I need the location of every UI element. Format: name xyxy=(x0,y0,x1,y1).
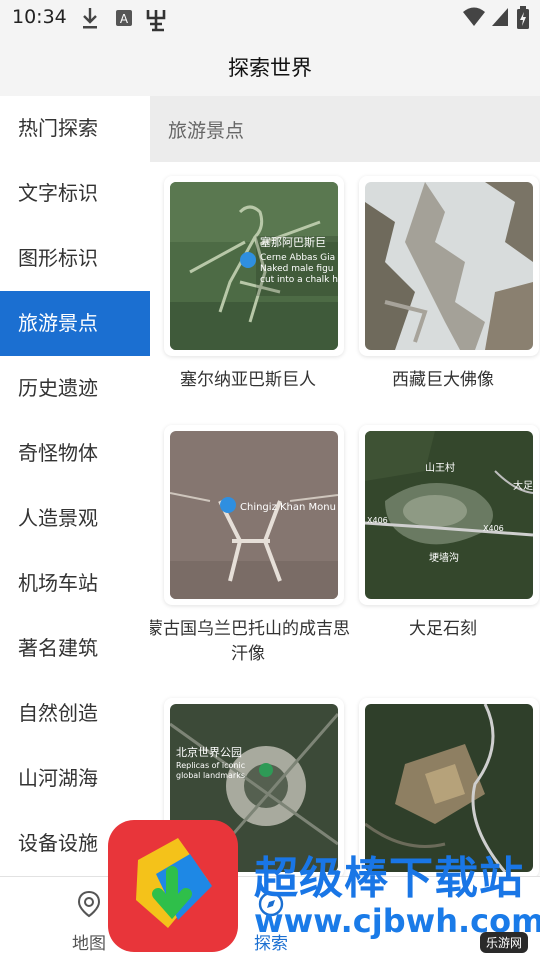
page-title: 探索世界 xyxy=(228,56,312,80)
map-pin-icon xyxy=(74,890,104,923)
sidebar-item-hot[interactable]: 热门探索 xyxy=(0,96,150,161)
spot-card-dazu-carvings[interactable]: 山王村 大足 X406 X406 埂墙沟 xyxy=(359,425,539,605)
content-panel: 旅游景点 塞那阿巴斯巨 Cerne Abbas Gia Naked male f… xyxy=(150,96,540,876)
sidebar-item-strange-objects[interactable]: 奇怪物体 xyxy=(0,421,150,486)
spot-card-tibet-buddha[interactable] xyxy=(359,176,539,356)
section-title: 旅游景点 xyxy=(168,120,245,142)
spot-card-label[interactable]: 大足石刻 xyxy=(345,617,540,642)
watermark-logo xyxy=(108,820,238,952)
category-sidebar: 热门探索 文字标识 图形标识 旅游景点 历史遗迹 奇怪物体 人造景观 机场车站 … xyxy=(0,96,150,876)
satellite-thumbnail: 山王村 大足 X406 X406 埂墙沟 xyxy=(365,431,533,599)
spot-card-cerne-abbas[interactable]: 塞那阿巴斯巨 Cerne Abbas Gia Naked male figu c… xyxy=(164,176,344,356)
map-text: X406 xyxy=(367,516,388,525)
map-text: 北京世界公园 xyxy=(176,745,242,759)
spot-card-chinggis-khan[interactable]: Chingiz Khan Monu xyxy=(164,425,344,605)
satellite-thumbnail xyxy=(365,182,533,350)
watermark-title: 超级棒下载站 xyxy=(254,853,524,904)
wifi-icon xyxy=(462,6,486,32)
section-header: 旅游景点 xyxy=(150,96,540,162)
signal-icon xyxy=(490,6,510,32)
satellite-thumbnail: Chingiz Khan Monu xyxy=(170,431,338,599)
map-text: Naked male figu xyxy=(260,264,334,274)
app-bar: 探索世界 xyxy=(0,38,540,96)
sidebar-item-nature[interactable]: 自然创造 xyxy=(0,681,150,746)
satellite-thumbnail: 塞那阿巴斯巨 Cerne Abbas Gia Naked male figu c… xyxy=(170,182,338,350)
download-icon xyxy=(80,6,100,34)
map-text: 大足 xyxy=(513,479,533,492)
bug-icon xyxy=(144,6,168,36)
map-text: cut into a chalk h xyxy=(260,275,338,285)
sidebar-item-shape-marks[interactable]: 图形标识 xyxy=(0,226,150,291)
svg-text:A: A xyxy=(120,12,129,26)
sidebar-item-tourist-spots[interactable]: 旅游景点 xyxy=(0,291,150,356)
spot-grid: 塞那阿巴斯巨 Cerne Abbas Gia Naked male figu c… xyxy=(150,162,540,876)
sidebar-item-famous-buildings[interactable]: 著名建筑 xyxy=(0,616,150,681)
watermark-overlay: 超级棒下载站 www.cjbwh.com 乐游网 xyxy=(108,820,540,960)
sidebar-item-historic-sites[interactable]: 历史遗迹 xyxy=(0,356,150,421)
spot-card-label[interactable]: 蒙古国乌兰巴托山的成吉思汗像 xyxy=(150,617,352,667)
spot-card-label[interactable]: 西藏巨大佛像 xyxy=(345,368,540,393)
sidebar-item-man-made[interactable]: 人造景观 xyxy=(0,486,150,551)
watermark-badge: 乐游网 xyxy=(480,932,529,953)
sidebar-item-airports-stations[interactable]: 机场车站 xyxy=(0,551,150,616)
a-box-icon: A xyxy=(114,6,134,34)
map-text: Cerne Abbas Gia xyxy=(260,253,335,263)
map-text: Replicas of iconic xyxy=(176,761,245,770)
map-text: 塞那阿巴斯巨 xyxy=(260,235,326,249)
map-text: Chingiz Khan Monu xyxy=(240,502,336,513)
sidebar-item-mountains-waters[interactable]: 山河湖海 xyxy=(0,746,150,811)
map-text: 埂墙沟 xyxy=(429,551,459,564)
spot-card-label[interactable]: 塞尔纳亚巴斯巨人 xyxy=(150,368,346,393)
map-text: 山王村 xyxy=(425,461,455,474)
status-bar: 10:34 A xyxy=(0,0,540,38)
status-time: 10:34 xyxy=(12,6,67,28)
map-text: X406 xyxy=(483,524,504,533)
sidebar-item-text-marks[interactable]: 文字标识 xyxy=(0,161,150,226)
map-text: global landmarks xyxy=(176,771,245,780)
battery-icon xyxy=(516,6,530,34)
